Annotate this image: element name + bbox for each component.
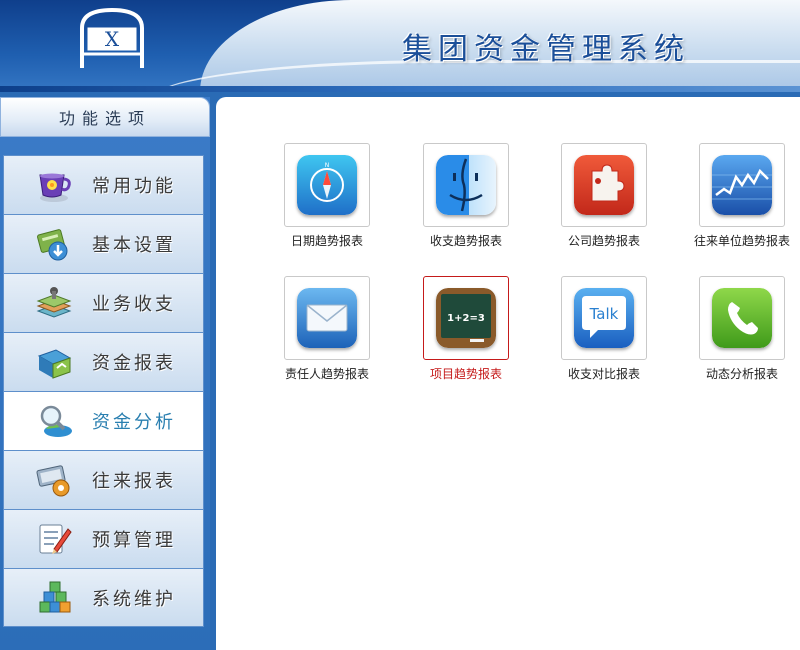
sidebar-item-system-maintenance[interactable]: 系统维护 <box>3 568 204 627</box>
tile-dynamic-analysis-report[interactable]: 动态分析报表 <box>682 276 800 382</box>
sidebar-item-label: 常用功能 <box>92 176 176 197</box>
tile-income-comparison-report[interactable]: Talk 收支对比报表 <box>544 276 664 382</box>
sidebar-item-label: 系统维护 <box>92 588 176 610</box>
sidebar-item-common-functions[interactable]: 常用功能 <box>3 155 204 214</box>
tile-partner-trend-report[interactable]: 往来单位趋势报表 <box>682 143 800 249</box>
tile-company-trend-report[interactable]: 公司趋势报表 <box>544 143 664 249</box>
sidebar-item-label: 基本设置 <box>92 235 176 256</box>
tile-icon-frame[interactable]: Talk <box>561 276 647 360</box>
tile-label: 项目趋势报表 <box>429 367 502 381</box>
bubble-text: Talk <box>589 305 619 323</box>
talk-icon: Talk <box>574 288 634 348</box>
sidebar-menu: 常用功能 基本设置 业务收支 资金报表 资金分析 往来报表 预算管理 系统维护 <box>3 155 204 627</box>
chalk-text: 1+2=3 <box>447 313 485 324</box>
settings-icon <box>34 224 74 264</box>
sidebar-item-label: 往来报表 <box>92 471 176 492</box>
tile-label: 公司趋势报表 <box>567 234 640 248</box>
chalkboard-icon: 1+2=3 <box>436 288 496 348</box>
mail-icon <box>297 288 357 348</box>
svg-text:N: N <box>325 162 330 169</box>
tile-label: 动态分析报表 <box>705 367 778 381</box>
tile-date-trend-report[interactable]: N 日期趋势报表 <box>267 143 387 249</box>
sidebar-item-basic-settings[interactable]: 基本设置 <box>3 214 204 273</box>
tile-label: 日期趋势报表 <box>290 234 363 248</box>
main-content: N 日期趋势报表 收支趋势报表 公司趋势报表 往来单位趋势报表 责任人趋势报表 … <box>216 97 800 650</box>
tile-icon-frame[interactable] <box>423 143 509 227</box>
finder-icon <box>436 155 496 215</box>
gear-card-icon <box>34 460 74 500</box>
tile-icon-frame[interactable] <box>561 143 647 227</box>
tile-icon-frame[interactable] <box>699 276 785 360</box>
blocks-icon <box>34 578 74 618</box>
sidebar-item-label: 资金分析 <box>92 412 176 433</box>
puzzle-icon <box>574 155 634 215</box>
stock-chart-icon <box>712 155 772 215</box>
tile-icon-frame[interactable] <box>699 143 785 227</box>
header-stripe <box>0 86 800 92</box>
app-title: 集团资金管理系统 <box>402 32 690 67</box>
app-logo: X <box>80 7 144 68</box>
tile-icon-frame[interactable]: N <box>284 143 370 227</box>
sidebar-heading: 功能选项 <box>58 109 151 128</box>
sidebar: 功能选项 常用功能 基本设置 业务收支 资金报表 资金分析 往来报表 预算管理 … <box>0 97 210 650</box>
tile-label: 收支对比报表 <box>567 367 640 381</box>
compass-icon: N <box>297 155 357 215</box>
sidebar-item-fund-analysis[interactable]: 资金分析 <box>3 391 204 450</box>
tile-icon-frame[interactable]: 1+2=3 <box>423 276 509 360</box>
phone-icon <box>712 288 772 348</box>
app-header: X 集团资金管理系统 <box>0 0 800 92</box>
stack-icon <box>34 283 74 323</box>
tile-label: 收支趋势报表 <box>429 234 502 248</box>
sidebar-item-fund-report[interactable]: 资金报表 <box>3 332 204 391</box>
cup-icon <box>34 165 74 205</box>
tile-project-trend-report[interactable]: 1+2=3 项目趋势报表 <box>406 276 526 382</box>
tile-income-trend-report[interactable]: 收支趋势报表 <box>406 143 526 249</box>
tile-owner-trend-report[interactable]: 责任人趋势报表 <box>267 276 387 382</box>
sidebar-item-contact-report[interactable]: 往来报表 <box>3 450 204 509</box>
sidebar-item-budget-management[interactable]: 预算管理 <box>3 509 204 568</box>
logo-letter: X <box>105 27 120 51</box>
sidebar-header: 功能选项 <box>0 97 210 137</box>
report-icon <box>34 342 74 382</box>
sidebar-item-label: 资金报表 <box>92 353 176 374</box>
pencil-icon <box>34 519 74 559</box>
analysis-icon <box>34 401 74 441</box>
sidebar-item-business-income[interactable]: 业务收支 <box>3 273 204 332</box>
sidebar-item-label: 业务收支 <box>92 294 176 315</box>
tile-label: 责任人趋势报表 <box>284 367 369 381</box>
tile-label: 往来单位趋势报表 <box>693 234 790 248</box>
sidebar-item-label: 预算管理 <box>92 530 176 551</box>
tile-icon-frame[interactable] <box>284 276 370 360</box>
